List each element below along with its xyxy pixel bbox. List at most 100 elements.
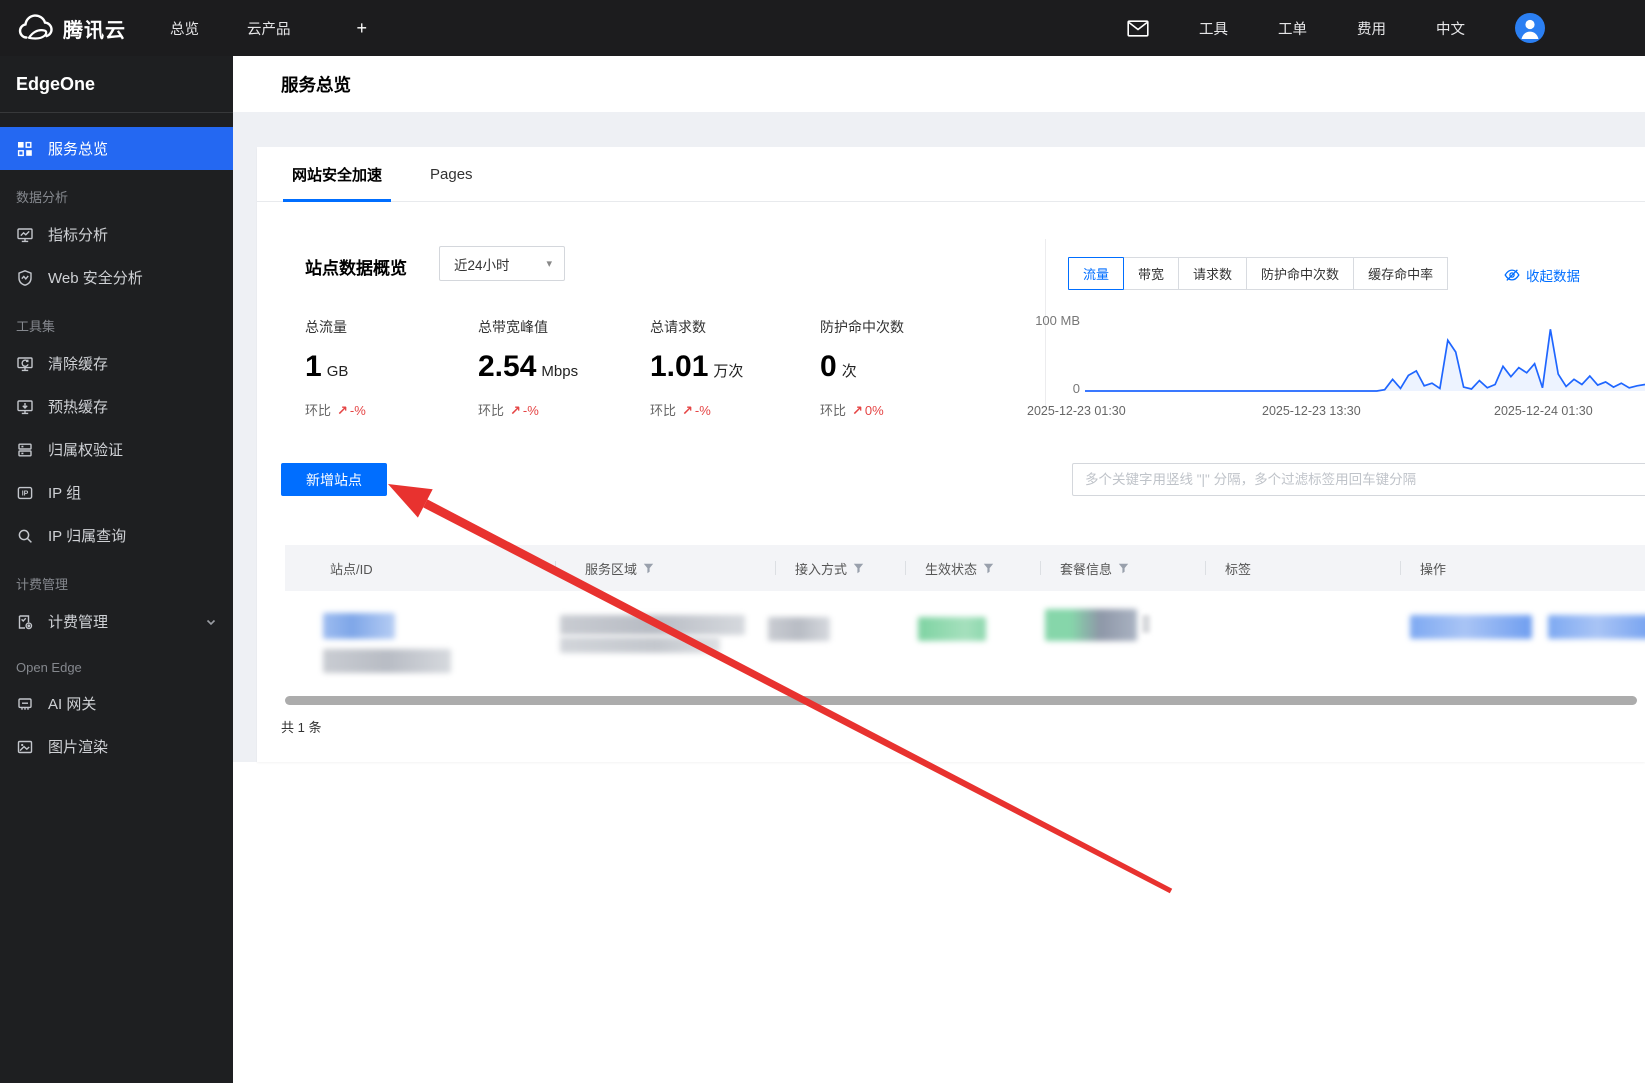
- card-tabs: 网站安全加速 Pages: [257, 147, 1645, 202]
- sidebar-item-purge-cache[interactable]: 清除缓存: [0, 342, 233, 385]
- compare-value: -%: [349, 403, 366, 418]
- shield-icon: [16, 269, 34, 287]
- nav-cloud-products[interactable]: 云产品: [247, 18, 291, 39]
- metric-cache-hit-rate[interactable]: 缓存命中率: [1353, 257, 1449, 290]
- metric-bandwidth[interactable]: 带宽: [1123, 257, 1180, 290]
- server-list-icon: [16, 441, 34, 459]
- nav-language[interactable]: 中文: [1436, 18, 1465, 39]
- stat-protection-hits: 防护命中次数 0次 环比 ↗ 0%: [820, 317, 990, 419]
- filter-icon[interactable]: [853, 563, 864, 574]
- page-title: 服务总览: [281, 74, 351, 95]
- col-operations: 操作: [1420, 561, 1447, 577]
- time-range-select[interactable]: 近24小时 ▾: [439, 246, 565, 281]
- table-row: [285, 591, 1645, 687]
- sidebar-item-label: 归属权验证: [48, 442, 124, 459]
- col-status: 生效状态: [925, 545, 994, 591]
- y-axis-max-label: 100 MB: [1035, 313, 1080, 328]
- filter-icon[interactable]: [983, 563, 994, 574]
- stat-value: 0: [820, 350, 837, 383]
- svg-text:IP: IP: [22, 490, 29, 497]
- gateway-chip-icon: [16, 695, 34, 713]
- table-header: 站点/ID 服务区域 接入方式 生效状态 套餐信息 标签 操作: [285, 545, 1645, 591]
- service-region-redacted-2: [560, 637, 720, 653]
- sidebar-section-open-edge: Open Edge: [16, 660, 82, 675]
- site-name-redacted[interactable]: [323, 613, 395, 639]
- x-tick-middle: 2025-12-23 13:30: [1262, 404, 1361, 418]
- nav-tools[interactable]: 工具: [1199, 18, 1228, 39]
- header-divider: [555, 561, 556, 575]
- header-divider: [905, 561, 906, 575]
- brand-name: 腾讯云: [63, 19, 126, 42]
- overview-card: 网站安全加速 Pages 站点数据概览 近24小时 ▾ 总流量 1 GB 环比 ↗ -…: [257, 147, 1645, 762]
- nav-billing[interactable]: 费用: [1357, 18, 1386, 39]
- stat-value: 1.01: [650, 350, 709, 383]
- compare-value: 0%: [864, 403, 884, 418]
- page-header: 服务总览: [233, 56, 1645, 112]
- stat-label: 总带宽峰值: [478, 319, 548, 335]
- page-root: 腾讯云 总览 云产品 + 工具 工单 费用 中文 EdgeOne 服务总览 数据…: [0, 0, 1645, 1083]
- horizontal-scrollbar[interactable]: [285, 696, 1637, 705]
- status-badge-redacted: [918, 617, 986, 641]
- stat-unit: 次: [841, 363, 857, 380]
- tencent-cloud-logo[interactable]: 腾讯云: [18, 14, 126, 43]
- stat-unit: GB: [326, 363, 349, 380]
- table-total-count: 共 1 条: [281, 720, 322, 735]
- user-avatar[interactable]: [1515, 13, 1545, 43]
- stat-label: 防护命中次数: [820, 319, 904, 335]
- sidebar-item-web-security-analysis[interactable]: Web 安全分析: [0, 256, 233, 299]
- sidebar-item-label: AI 网关: [48, 696, 97, 713]
- sidebar-item-ai-gateway[interactable]: AI 网关: [0, 682, 233, 725]
- header-divider: [1040, 561, 1041, 575]
- sidebar-item-ownership-verification[interactable]: 归属权验证: [0, 428, 233, 471]
- sidebar-item-label: 图片渲染: [48, 739, 109, 756]
- sidebar-item-label: IP 组: [48, 485, 82, 502]
- metric-traffic[interactable]: 流量: [1068, 257, 1125, 290]
- mail-icon[interactable]: [1127, 19, 1149, 37]
- operations-overflow-redacted[interactable]: [1548, 615, 1645, 639]
- sidebar-item-ip-group[interactable]: IP IP 组: [0, 471, 233, 514]
- site-filter-input[interactable]: [1072, 463, 1645, 496]
- stat-label: 总请求数: [650, 319, 706, 335]
- plan-speck-redacted: [1142, 615, 1150, 633]
- tab-pages[interactable]: Pages: [421, 147, 482, 201]
- search-icon: [16, 527, 34, 545]
- cloud-logo-icon: [18, 14, 54, 42]
- sidebar-item-metric-analysis[interactable]: 指标分析: [0, 213, 233, 256]
- site-data-overview-title: 站点数据概览: [305, 259, 407, 278]
- compare-label: 环比: [305, 403, 332, 418]
- grid-icon: [16, 140, 34, 158]
- time-range-value: 近24小时: [454, 257, 510, 273]
- sidebar-item-label: 指标分析: [48, 227, 109, 244]
- metric-requests[interactable]: 请求数: [1178, 257, 1248, 290]
- collapse-data-link[interactable]: 收起数据: [1504, 265, 1580, 285]
- tab-site-acceleration[interactable]: 网站安全加速: [283, 147, 392, 202]
- content-background: 网站安全加速 Pages 站点数据概览 近24小时 ▾ 总流量 1 GB 环比 ↗ -…: [233, 112, 1645, 762]
- sidebar-section-data-analysis: 数据分析: [16, 190, 69, 205]
- chevron-down-icon: ▾: [546, 258, 552, 270]
- sidebar-item-image-rendering[interactable]: 图片渲染: [0, 725, 233, 768]
- filter-icon[interactable]: [643, 563, 654, 574]
- sidebar-item-prefetch-cache[interactable]: 预热缓存: [0, 385, 233, 428]
- monitor-refresh-icon: [16, 355, 34, 373]
- main-content: 服务总览 网站安全加速 Pages 站点数据概览 近24小时 ▾ 总流量 1GB…: [233, 56, 1645, 1083]
- col-service-region: 服务区域: [585, 545, 654, 591]
- x-tick-start: 2025-12-23 01:30: [1027, 404, 1126, 418]
- nav-tickets[interactable]: 工单: [1278, 18, 1307, 39]
- trend-up-icon: ↗: [510, 403, 521, 418]
- image-icon: [16, 738, 34, 756]
- ip-badge-icon: IP: [16, 484, 34, 502]
- sidebar-item-service-overview[interactable]: 服务总览: [0, 127, 233, 170]
- sidebar-item-ip-lookup[interactable]: IP 归属查询: [0, 514, 233, 557]
- nav-add-shortcut[interactable]: +: [357, 18, 368, 39]
- add-site-button[interactable]: 新增站点: [281, 463, 387, 496]
- sidebar-item-label: 预热缓存: [48, 399, 109, 416]
- stat-value: 2.54: [478, 350, 537, 383]
- eye-off-icon: [1504, 267, 1520, 283]
- operations-redacted[interactable]: [1410, 615, 1532, 639]
- topbar: 腾讯云 总览 云产品 + 工具 工单 费用 中文: [0, 0, 1645, 56]
- filter-icon[interactable]: [1118, 563, 1129, 574]
- sidebar-item-billing-management[interactable]: 计费管理: [0, 600, 233, 643]
- metric-protection-hits[interactable]: 防护命中次数: [1246, 257, 1355, 290]
- nav-overview[interactable]: 总览: [170, 18, 199, 39]
- stat-unit: Mbps: [541, 363, 579, 380]
